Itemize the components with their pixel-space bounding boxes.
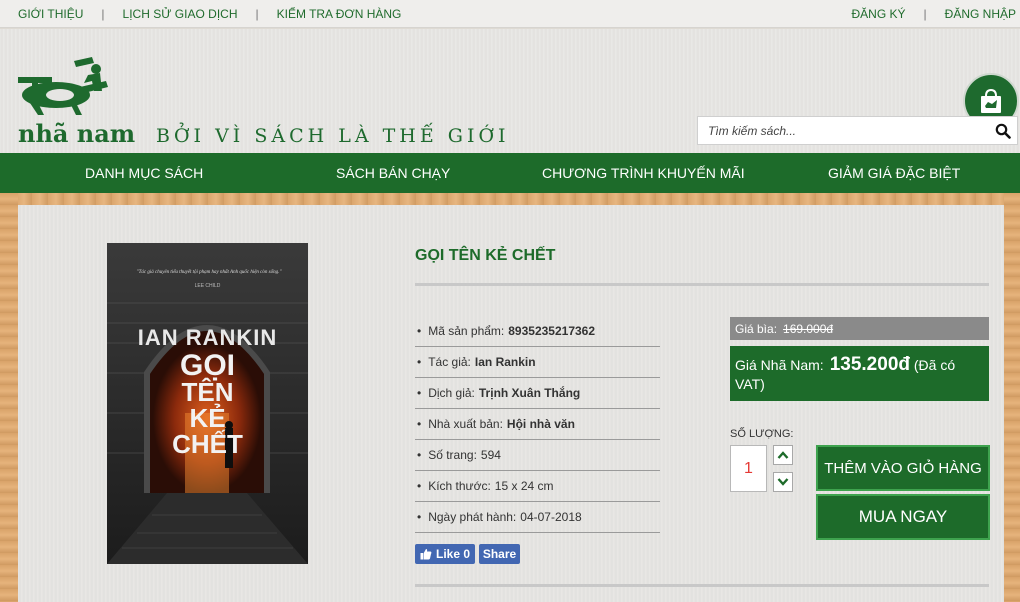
logo-wordmark: nhã nam: [18, 119, 136, 148]
search-box: [697, 116, 1018, 145]
shopping-bag-icon: [981, 88, 1001, 113]
info-item-so-trang: • Số trang: 594: [415, 440, 660, 471]
nav-chuong-trinh-khuyen-mai[interactable]: CHƯƠNG TRÌNH KHUYẾN MÃI: [542, 165, 745, 181]
link-dang-ky[interactable]: ĐĂNG KÝ: [852, 7, 906, 21]
nav-danh-muc-sach[interactable]: DANH MỤC SÁCH: [85, 165, 203, 181]
cover-author: IAN RANKIN: [137, 325, 278, 350]
cover-price-value: 169.000đ: [783, 321, 834, 336]
info-value: 8935235217362: [508, 324, 596, 338]
info-label: Mã sản phẩm:: [428, 324, 505, 338]
info-item-tac-gia: • Tác giả: Ian Rankin: [415, 347, 660, 378]
add-to-cart-button[interactable]: THÊM VÀO GIỎ HÀNG: [816, 445, 990, 491]
info-label: Số trang:: [428, 448, 477, 462]
cover-price-box: Giá bìa: 169.000đ: [730, 317, 989, 340]
cover-title-line: TÊN: [181, 377, 234, 407]
nav-giam-gia-dac-biet[interactable]: GIẢM GIÁ ĐẶC BIỆT: [828, 165, 960, 181]
product-info-list: • Mã sản phẩm: 8935235217362 • Tác giả: Ian …: [415, 316, 660, 533]
cover-title-line: CHẾT: [172, 429, 243, 459]
info-value: 04-07-2018: [520, 510, 582, 524]
search-icon[interactable]: [995, 123, 1011, 139]
chevron-down-icon: [777, 478, 789, 486]
book-cover-image[interactable]: "Tác giả chuyên tiểu thuyết tội phạm hay…: [107, 243, 308, 564]
thumbs-up-icon: [420, 549, 432, 560]
cover-title-line: GỌI: [179, 349, 235, 382]
facebook-like-button[interactable]: Like 0: [415, 544, 475, 564]
social-buttons: Like 0 Share: [415, 544, 520, 564]
cover-quote: "Tác giả chuyên tiểu thuyết tội phạm hay…: [136, 270, 282, 275]
quantity-input[interactable]: 1: [730, 445, 767, 492]
quantity-increase-button[interactable]: [773, 445, 793, 465]
info-value[interactable]: Trịnh Xuân Thắng: [479, 386, 580, 400]
bottom-divider: [415, 584, 989, 587]
info-label: Nhà xuất bản:: [428, 417, 503, 431]
top-separator: |: [101, 7, 105, 21]
info-label: Tác giả:: [428, 355, 471, 369]
cover-quote-author: LEE CHILD: [194, 283, 221, 289]
cover-title-line: KẺ: [189, 403, 226, 433]
info-value[interactable]: Hội nhà văn: [507, 417, 575, 431]
wood-frame-right: [1004, 193, 1020, 602]
top-separator: |: [255, 7, 259, 21]
info-value[interactable]: Ian Rankin: [475, 355, 536, 369]
info-value: 594: [480, 448, 501, 462]
nn-price-label: Giá Nhã Nam:: [735, 357, 824, 373]
top-links-right: ĐĂNG KÝ | ĐĂNG NHẬP: [852, 7, 1016, 21]
nav-sach-ban-chay[interactable]: SÁCH BÁN CHẠY: [336, 165, 450, 181]
chevron-up-icon: [777, 451, 789, 459]
top-links-left: GIỚI THIỆU | LỊCH SỬ GIAO DỊCH | KIỂM TR…: [18, 7, 401, 21]
buy-now-button[interactable]: MUA NGAY: [816, 494, 990, 540]
link-kiem-tra-don-hang[interactable]: KIỂM TRA ĐƠN HÀNG: [277, 7, 402, 21]
site-slogan: BỞI VÌ SÁCH LÀ THẾ GIỚI: [156, 125, 510, 147]
main-nav: DANH MỤC SÁCH SÁCH BÁN CHẠY CHƯƠNG TRÌNH…: [0, 153, 1020, 193]
facebook-share-button[interactable]: Share: [479, 544, 520, 564]
site-header: nhã nam BỞI VÌ SÁCH LÀ THẾ GIỚI: [0, 29, 1020, 153]
title-divider: [415, 283, 989, 286]
cover-title: GỌI TÊN KẺ CHẾT: [107, 349, 308, 459]
info-item-ngay-phat-hanh: • Ngày phát hành: 04-07-2018: [415, 502, 660, 533]
wood-frame-left: [0, 193, 18, 602]
like-label: Like 0: [435, 547, 471, 561]
nha-nam-price-box: Giá Nhã Nam: 135.200đ (Đã có VAT): [730, 346, 989, 401]
link-gioi-thieu[interactable]: GIỚI THIỆU: [18, 7, 83, 21]
nn-price-value: 135.200đ: [829, 354, 910, 375]
quantity-decrease-button[interactable]: [773, 472, 793, 492]
link-dang-nhap[interactable]: ĐĂNG NHẬP: [945, 7, 1016, 21]
info-item-nha-xuat-ban: • Nhà xuất bản: Hội nhà văn: [415, 409, 660, 440]
wood-frame-top: [0, 193, 1020, 205]
search-input[interactable]: [698, 117, 988, 144]
info-label: Dịch giả:: [428, 386, 475, 400]
info-label: Kích thước:: [428, 479, 491, 493]
cover-price-label: Giá bìa:: [735, 321, 778, 336]
link-lich-su-giao-dich[interactable]: LỊCH SỬ GIAO DỊCH: [123, 7, 238, 21]
info-item-kich-thuoc: • Kích thước: 15 x 24 cm: [415, 471, 660, 502]
quantity-label: SỐ LƯỢNG:: [730, 428, 794, 440]
nha-nam-logo-icon: [18, 57, 108, 115]
info-label: Ngày phát hành:: [428, 510, 517, 524]
info-item-ma-san-pham: • Mã sản phẩm: 8935235217362: [415, 316, 660, 347]
top-separator: |: [923, 7, 927, 21]
top-bar: GIỚI THIỆU | LỊCH SỬ GIAO DỊCH | KIỂM TR…: [0, 0, 1020, 28]
product-title: GỌI TÊN KẺ CHẾT: [415, 247, 556, 264]
info-value: 15 x 24 cm: [494, 479, 554, 493]
info-item-dich-gia: • Dịch giả: Trịnh Xuân Thắng: [415, 378, 660, 409]
